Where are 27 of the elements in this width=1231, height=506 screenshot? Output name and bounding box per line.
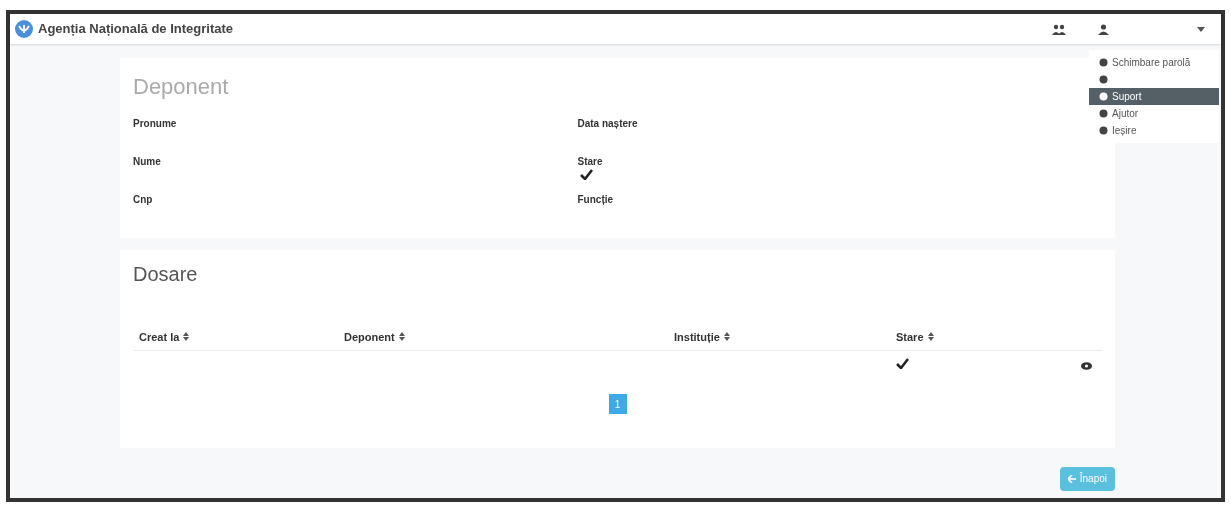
- field-label: Nume: [133, 155, 162, 169]
- field-label: Pronume: [133, 117, 178, 131]
- card-title: Deponent: [133, 76, 230, 98]
- users-icon[interactable]: [1052, 23, 1066, 35]
- sort-icon: [183, 332, 190, 342]
- sort-icon: [927, 332, 934, 342]
- logo-icon: [14, 19, 34, 39]
- field-label: Data naștere: [577, 117, 639, 131]
- menu-item[interactable]: Schimbare parolă: [1089, 54, 1219, 71]
- view-icon[interactable]: [1081, 362, 1092, 371]
- field-label: Cnp: [133, 193, 154, 207]
- field-label: Funcție: [577, 193, 615, 207]
- back-arrow-icon: [1067, 474, 1076, 483]
- menu-item[interactable]: Suport: [1089, 88, 1219, 105]
- menu-item[interactable]: Ieșire: [1089, 122, 1219, 139]
- user-icon[interactable]: [1098, 23, 1109, 35]
- column-header[interactable]: Creat la: [139, 328, 190, 345]
- menu-item[interactable]: Ajutor: [1089, 105, 1219, 122]
- card-title: Dosare: [133, 264, 199, 284]
- brand-title[interactable]: Agenția Națională de Integritate: [38, 19, 234, 39]
- column-header[interactable]: Instituție: [674, 328, 730, 345]
- sort-icon: [723, 332, 730, 342]
- caret-icon[interactable]: [1197, 26, 1205, 32]
- field-label: Stare: [577, 155, 604, 169]
- column-header[interactable]: Deponent: [344, 328, 405, 345]
- column-header[interactable]: Stare: [896, 328, 934, 345]
- sort-icon: [398, 332, 405, 342]
